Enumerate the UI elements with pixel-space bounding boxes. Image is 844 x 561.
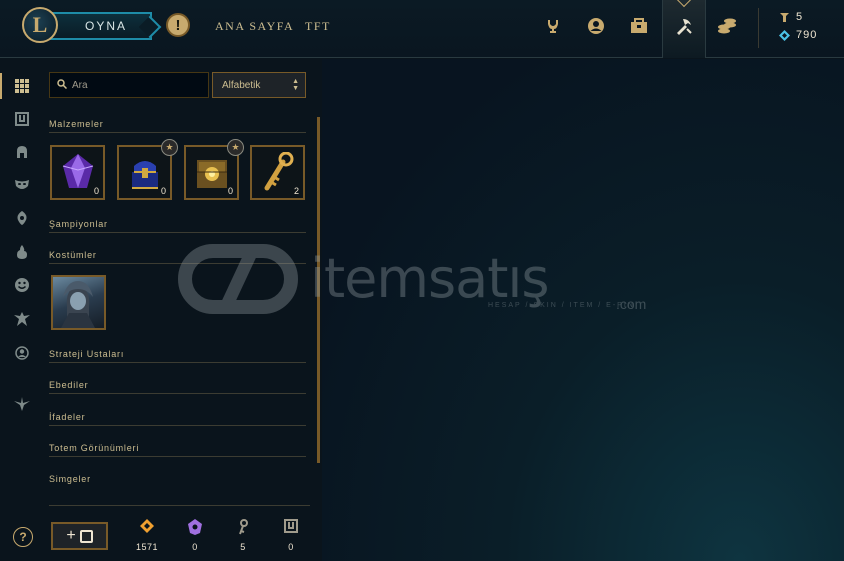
section-materials[interactable]: Malzemeler	[49, 119, 306, 133]
emote-fire-icon[interactable]	[13, 243, 31, 261]
craft-key-button[interactable]: +	[51, 522, 108, 550]
blue-essence-icon	[779, 29, 790, 41]
all-items-icon[interactable]	[13, 77, 31, 95]
alert-icon[interactable]: !	[166, 13, 190, 37]
star-badge-icon: ★	[227, 139, 244, 156]
watermark: itemsatış HESAP / SKIN / ITEM / E-PIN .c…	[178, 244, 646, 314]
section-champions[interactable]: Şampiyonlar	[49, 219, 306, 233]
search-input[interactable]: Ara	[49, 72, 209, 98]
search-placeholder: Ara	[72, 79, 88, 91]
key-fragment-value: 5	[240, 542, 246, 552]
watermark-suffix: .com	[616, 296, 647, 312]
section-eternals[interactable]: Ebediler	[49, 380, 306, 394]
item-count: 2	[293, 186, 299, 196]
rp-balance[interactable]: 5	[779, 11, 803, 23]
store-icon[interactable]	[716, 15, 738, 37]
category-sidebar: ?	[0, 59, 42, 561]
nav-tft-link[interactable]: TFT	[305, 19, 331, 34]
hextech-chest-icon	[197, 160, 227, 188]
footer-divider	[49, 505, 310, 506]
section-ward-skins[interactable]: Totem Görünümleri	[49, 443, 306, 457]
active-caret-icon	[676, 0, 692, 8]
ward-icon[interactable]	[13, 209, 31, 227]
play-button[interactable]: OYNA	[48, 12, 152, 40]
key-fragment-icon	[223, 519, 263, 537]
section-icons[interactable]: Simgeler	[49, 474, 306, 487]
watermark-logo-icon	[178, 244, 298, 314]
chest-icon[interactable]	[13, 110, 31, 128]
emote-icon[interactable]	[13, 276, 31, 294]
masterwork-chest-icon	[132, 161, 158, 189]
dropdown-arrows-icon: ▲ ▼	[292, 78, 299, 92]
trophy-icon[interactable]	[542, 15, 564, 37]
champion-icon[interactable]	[13, 143, 31, 161]
mythic-essence-value: 0	[192, 542, 198, 552]
hextech-key-icon	[264, 152, 294, 191]
rp-value: 5	[796, 11, 804, 23]
sort-dropdown[interactable]: Alfabetik ▲ ▼	[212, 72, 306, 98]
nav-home-link[interactable]: ANA SAYFA	[215, 19, 294, 34]
item-hextech-key[interactable]: 2	[250, 145, 305, 200]
sidebar-active-indicator	[0, 73, 2, 99]
play-button-label: OYNA	[84, 19, 127, 33]
chest-count-icon	[271, 519, 311, 537]
currency-divider	[758, 8, 759, 48]
collection-icon[interactable]	[628, 15, 650, 37]
plus-icon: +	[66, 527, 76, 544]
skin-shard-tile[interactable]	[51, 275, 106, 330]
top-navigation-bar: OYNA L ! ANA SAYFA TFT 5 790	[0, 0, 844, 58]
mythic-essence-stat: 0	[175, 519, 215, 552]
section-emotes[interactable]: İfadeler	[49, 412, 306, 426]
star-badge-icon: ★	[161, 139, 178, 156]
chest-count-stat: 0	[271, 519, 311, 552]
chest-count-value: 0	[288, 542, 294, 552]
item-count: 0	[160, 186, 166, 196]
sort-value: Alfabetik	[222, 79, 261, 91]
mythic-crystal-icon	[62, 154, 94, 188]
eternals-icon[interactable]	[13, 395, 31, 413]
orange-essence-stat: 1571	[127, 519, 167, 552]
mythic-essence-icon	[175, 519, 215, 537]
watermark-brand: itemsatış	[310, 247, 550, 310]
search-icon	[57, 79, 68, 92]
skin-portrait-icon	[61, 281, 95, 328]
rp-icon	[779, 12, 790, 23]
chest-mini-icon	[79, 529, 93, 543]
watermark-tagline: HESAP / SKIN / ITEM / E-PIN	[488, 302, 635, 309]
key-fragment-stat: 5	[223, 519, 263, 552]
league-logo-icon[interactable]: L	[22, 7, 58, 43]
item-count: 0	[93, 186, 99, 196]
profile-icon[interactable]	[585, 15, 607, 37]
item-count: 0	[227, 186, 233, 196]
orange-essence-icon	[127, 519, 167, 537]
loot-icon[interactable]	[673, 15, 695, 37]
blue-essence-balance[interactable]: 790	[779, 29, 817, 41]
blue-essence-value: 790	[796, 29, 818, 41]
tft-icon[interactable]	[13, 310, 31, 328]
skin-icon[interactable]	[13, 176, 31, 194]
section-tacticians[interactable]: Strateji Ustaları	[49, 349, 306, 363]
item-mythic-essence[interactable]: 0	[50, 145, 105, 200]
help-icon[interactable]: ?	[13, 527, 33, 547]
profile-icon[interactable]	[13, 344, 31, 362]
orange-essence-value: 1571	[135, 542, 159, 552]
